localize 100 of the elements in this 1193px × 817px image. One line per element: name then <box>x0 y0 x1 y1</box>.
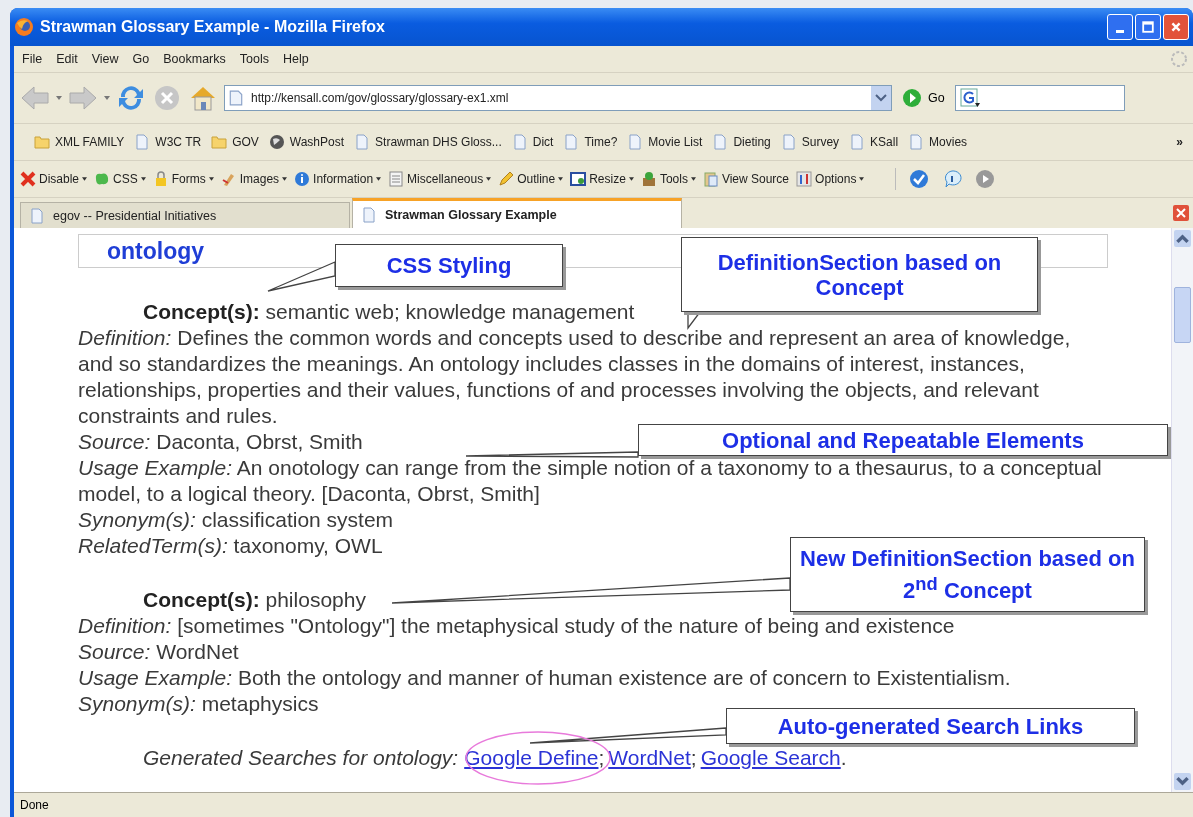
search-link[interactable]: Google Search <box>700 746 841 769</box>
page-icon <box>712 134 729 150</box>
definition-field: Definition: [sometimes "Ontology"] the metaphysical study of the nature of being and existence <box>78 613 955 639</box>
minimize-icon <box>1116 30 1124 33</box>
page-icon <box>511 134 528 150</box>
folder-icon <box>34 134 50 150</box>
bookmark-item[interactable]: Time? <box>563 134 618 150</box>
menu-item[interactable]: Go <box>132 52 150 66</box>
search-link[interactable]: Google Define <box>464 746 599 769</box>
browser-tab[interactable]: egov -- Presidential Initiatives <box>20 202 350 228</box>
toolbar-menu-button[interactable]: Images <box>220 171 288 187</box>
toolbar-menu-button[interactable]: Information <box>294 171 382 187</box>
bookmark-item[interactable]: Dieting <box>712 134 771 150</box>
maximize-icon <box>1142 21 1154 33</box>
plant-box-icon <box>640 171 657 187</box>
searches-label: Generated Searches for ontology: <box>143 746 459 769</box>
definition-field: Synonym(s): classification system <box>78 507 394 533</box>
page-icon <box>361 206 377 223</box>
search-field[interactable] <box>954 85 1125 111</box>
dropdown-arrow-icon[interactable] <box>56 96 62 100</box>
pencil-icon <box>498 171 515 187</box>
page-icon <box>563 134 580 150</box>
minimize-button[interactable] <box>1107 14 1133 40</box>
menu-item[interactable]: View <box>91 52 119 66</box>
search-link[interactable]: WordNet <box>608 746 691 769</box>
sentence-period: . <box>840 746 847 769</box>
reload-icon[interactable] <box>116 83 146 113</box>
bookmark-item[interactable]: Survey <box>780 134 840 150</box>
menu-item[interactable]: File <box>22 52 43 66</box>
term-title: ontology <box>107 238 205 264</box>
bookmark-item[interactable]: Movies <box>908 134 968 150</box>
throbber-icon <box>1169 49 1189 69</box>
close-tab-icon[interactable] <box>1173 205 1189 221</box>
search-engine-icon <box>959 88 980 108</box>
bookmark-item[interactable]: GOV <box>211 134 259 150</box>
toolbar-menu-button[interactable]: View Source <box>702 171 790 187</box>
definition-field: RelatedTerm(s): taxonomy, OWL <box>78 533 383 559</box>
bookmark-item[interactable]: KSall <box>849 134 899 150</box>
list-icon <box>388 171 405 187</box>
cross-icon <box>20 171 36 187</box>
toolbar-menu-button[interactable]: Resize <box>570 171 634 187</box>
bookmark-item[interactable]: Dict <box>511 134 554 150</box>
puzzle-blob-icon <box>94 171 111 187</box>
bookmark-item[interactable]: Movie List <box>627 134 703 150</box>
menu-item[interactable]: Tools <box>239 52 269 66</box>
bookmarks-overflow-button[interactable]: » <box>1176 135 1183 149</box>
concept-line: Concept(s): philosophy <box>142 587 366 613</box>
page-icon <box>908 134 925 150</box>
maximize-button[interactable] <box>1135 14 1161 40</box>
status-text: Done <box>20 798 49 812</box>
info-bubble-icon[interactable] <box>942 169 963 189</box>
scrollbar-thumb[interactable] <box>1174 287 1191 343</box>
page-icon <box>134 134 151 150</box>
bar-chart-icon <box>796 171 813 187</box>
info-icon <box>294 171 311 187</box>
page-icon <box>780 134 797 150</box>
toolbar-menu-button[interactable]: Miscellaneous <box>388 171 492 187</box>
globe-icon <box>268 134 285 150</box>
page-icon <box>849 134 866 150</box>
bookmark-item[interactable]: XML FAMILY <box>34 134 125 150</box>
dropdown-arrow-icon[interactable] <box>104 96 110 100</box>
leader-line <box>267 261 336 292</box>
close-icon <box>1170 21 1182 33</box>
window-title: Strawman Glossary Example - Mozilla Firefox <box>40 18 386 36</box>
definition-field: Synonym(s): metaphysics <box>78 691 319 717</box>
browser-tab[interactable]: Strawman Glossary Example <box>352 198 682 228</box>
callout-box: DefinitionSection based on Concept <box>681 237 1038 312</box>
toolbar-menu-button[interactable]: Forms <box>152 171 214 187</box>
address-field[interactable]: http://kensall.com/gov/glossary/glossary-ex1.xml <box>224 85 892 111</box>
menu-item[interactable]: Edit <box>56 52 78 66</box>
callout-box: New DefinitionSection based on 2$^{nd}$ Concept <box>790 537 1145 612</box>
toolbar-menu-button[interactable]: Disable <box>20 171 88 187</box>
check-icon[interactable] <box>909 169 930 189</box>
clipboard-icon <box>702 171 719 187</box>
concept-line: Concept(s): semantic web; knowledge management <box>142 299 635 325</box>
window-icon <box>570 171 587 187</box>
menu-item[interactable]: Bookmarks <box>163 52 226 66</box>
callout-box: Optional and Repeatable Elements <box>638 424 1168 456</box>
link-separator: ; <box>690 746 697 769</box>
menu-item[interactable]: Help <box>283 52 309 66</box>
page-icon <box>354 134 371 150</box>
callout-box: Auto-generated Search Links <box>726 708 1135 744</box>
bookmark-item[interactable]: WashPost <box>268 134 345 150</box>
play-icon[interactable] <box>975 169 996 189</box>
page-icon <box>627 134 644 150</box>
definition-field: Source: WordNet <box>78 639 239 665</box>
page-icon <box>29 207 45 224</box>
toolbar-menu-button[interactable]: CSS <box>94 171 146 187</box>
firefox-logo-icon <box>14 17 34 37</box>
close-button[interactable] <box>1163 14 1189 40</box>
brush-icon <box>220 171 237 187</box>
bookmark-item[interactable]: Strawman DHS Gloss... <box>354 134 502 150</box>
toolbar-menu-button[interactable]: Options <box>796 171 865 187</box>
definition-field: Usage Example: Both the ontology and manner of human existence are of concern to Existentialism. <box>78 665 1011 691</box>
scrollbar[interactable] <box>1171 228 1193 792</box>
go-button[interactable]: Go <box>898 88 949 108</box>
toolbar-menu-button[interactable]: Tools <box>640 171 696 187</box>
definition-field: Source: Daconta, Obrst, Smith <box>78 429 363 455</box>
toolbar-menu-button[interactable]: Outline <box>498 171 564 187</box>
bookmark-item[interactable]: W3C TR <box>134 134 202 150</box>
